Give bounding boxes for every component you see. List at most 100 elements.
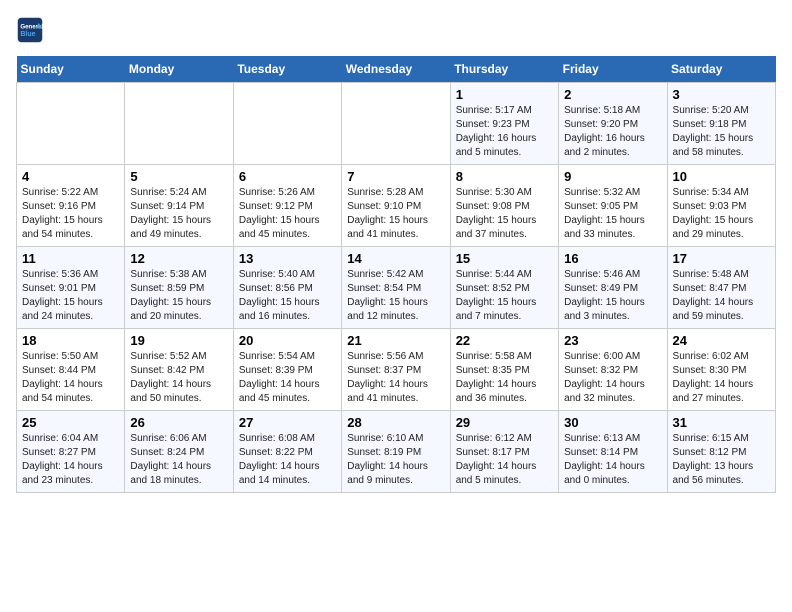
day-number: 14 — [347, 251, 444, 266]
calendar-cell — [17, 83, 125, 165]
day-number: 22 — [456, 333, 553, 348]
day-info: Sunrise: 5:18 AM Sunset: 9:20 PM Dayligh… — [564, 104, 661, 160]
calendar-cell: 14 Sunrise: 5:42 AM Sunset: 8:54 PM Dayli… — [342, 247, 450, 329]
day-number: 27 — [239, 415, 336, 430]
calendar-week-row: 25 Sunrise: 6:04 AM Sunset: 8:27 PM Dayli… — [17, 411, 776, 493]
day-number: 11 — [22, 251, 119, 266]
calendar-cell: 11 Sunrise: 5:36 AM Sunset: 9:01 PM Dayli… — [17, 247, 125, 329]
day-info: Sunrise: 6:15 AM Sunset: 8:12 PM Dayligh… — [673, 432, 770, 488]
calendar-cell: 25 Sunrise: 6:04 AM Sunset: 8:27 PM Dayli… — [17, 411, 125, 493]
calendar-week-row: 4 Sunrise: 5:22 AM Sunset: 9:16 PM Daylig… — [17, 165, 776, 247]
calendar-cell: 3 Sunrise: 5:20 AM Sunset: 9:18 PM Daylig… — [667, 83, 775, 165]
calendar-cell: 22 Sunrise: 5:58 AM Sunset: 8:35 PM Dayli… — [450, 329, 558, 411]
calendar-week-row: 1 Sunrise: 5:17 AM Sunset: 9:23 PM Daylig… — [17, 83, 776, 165]
calendar-cell — [233, 83, 341, 165]
day-number: 28 — [347, 415, 444, 430]
day-number: 1 — [456, 87, 553, 102]
day-number: 9 — [564, 169, 661, 184]
day-info: Sunrise: 5:54 AM Sunset: 8:39 PM Dayligh… — [239, 350, 336, 406]
day-number: 23 — [564, 333, 661, 348]
day-number: 24 — [673, 333, 770, 348]
day-number: 13 — [239, 251, 336, 266]
calendar-cell: 2 Sunrise: 5:18 AM Sunset: 9:20 PM Daylig… — [559, 83, 667, 165]
day-number: 2 — [564, 87, 661, 102]
day-info: Sunrise: 6:10 AM Sunset: 8:19 PM Dayligh… — [347, 432, 444, 488]
day-info: Sunrise: 5:17 AM Sunset: 9:23 PM Dayligh… — [456, 104, 553, 160]
day-info: Sunrise: 5:28 AM Sunset: 9:10 PM Dayligh… — [347, 186, 444, 242]
logo: General Blue — [16, 16, 48, 44]
day-number: 30 — [564, 415, 661, 430]
day-number: 8 — [456, 169, 553, 184]
day-number: 25 — [22, 415, 119, 430]
day-info: Sunrise: 5:36 AM Sunset: 9:01 PM Dayligh… — [22, 268, 119, 324]
calendar-cell: 7 Sunrise: 5:28 AM Sunset: 9:10 PM Daylig… — [342, 165, 450, 247]
calendar-cell: 15 Sunrise: 5:44 AM Sunset: 8:52 PM Dayli… — [450, 247, 558, 329]
header-friday: Friday — [559, 56, 667, 83]
calendar-table: SundayMondayTuesdayWednesdayThursdayFrid… — [16, 56, 776, 493]
day-number: 15 — [456, 251, 553, 266]
day-number: 6 — [239, 169, 336, 184]
header-wednesday: Wednesday — [342, 56, 450, 83]
day-info: Sunrise: 6:06 AM Sunset: 8:24 PM Dayligh… — [130, 432, 227, 488]
calendar-cell: 29 Sunrise: 6:12 AM Sunset: 8:17 PM Dayli… — [450, 411, 558, 493]
day-info: Sunrise: 5:24 AM Sunset: 9:14 PM Dayligh… — [130, 186, 227, 242]
svg-text:Blue: Blue — [20, 31, 35, 38]
calendar-cell: 4 Sunrise: 5:22 AM Sunset: 9:16 PM Daylig… — [17, 165, 125, 247]
calendar-cell: 21Sunrise: 5:56 AM Sunset: 8:37 PM Dayli… — [342, 329, 450, 411]
day-info: Sunrise: 6:13 AM Sunset: 8:14 PM Dayligh… — [564, 432, 661, 488]
day-number: 7 — [347, 169, 444, 184]
calendar-cell: 27 Sunrise: 6:08 AM Sunset: 8:22 PM Dayli… — [233, 411, 341, 493]
day-number: 20 — [239, 333, 336, 348]
day-number: 12 — [130, 251, 227, 266]
day-info: Sunrise: 5:50 AM Sunset: 8:44 PM Dayligh… — [22, 350, 119, 406]
calendar-cell — [125, 83, 233, 165]
day-info: Sunrise: 6:12 AM Sunset: 8:17 PM Dayligh… — [456, 432, 553, 488]
calendar-cell: 16Sunrise: 5:46 AM Sunset: 8:49 PM Dayli… — [559, 247, 667, 329]
day-number: 4 — [22, 169, 119, 184]
day-info: Sunrise: 5:20 AM Sunset: 9:18 PM Dayligh… — [673, 104, 770, 160]
day-info: Sunrise: 6:04 AM Sunset: 8:27 PM Dayligh… — [22, 432, 119, 488]
calendar-header-row: SundayMondayTuesdayWednesdayThursdayFrid… — [17, 56, 776, 83]
header-tuesday: Tuesday — [233, 56, 341, 83]
calendar-cell: 10Sunrise: 5:34 AM Sunset: 9:03 PM Dayli… — [667, 165, 775, 247]
calendar-cell: 6 Sunrise: 5:26 AM Sunset: 9:12 PM Daylig… — [233, 165, 341, 247]
day-number: 17 — [673, 251, 770, 266]
day-number: 29 — [456, 415, 553, 430]
day-number: 26 — [130, 415, 227, 430]
day-info: Sunrise: 5:46 AM Sunset: 8:49 PM Dayligh… — [564, 268, 661, 324]
day-info: Sunrise: 5:22 AM Sunset: 9:16 PM Dayligh… — [22, 186, 119, 242]
calendar-cell: 9 Sunrise: 5:32 AM Sunset: 9:05 PM Daylig… — [559, 165, 667, 247]
day-info: Sunrise: 6:08 AM Sunset: 8:22 PM Dayligh… — [239, 432, 336, 488]
day-info: Sunrise: 5:52 AM Sunset: 8:42 PM Dayligh… — [130, 350, 227, 406]
calendar-cell — [342, 83, 450, 165]
day-info: Sunrise: 5:58 AM Sunset: 8:35 PM Dayligh… — [456, 350, 553, 406]
calendar-cell: 5Sunrise: 5:24 AM Sunset: 9:14 PM Daylig… — [125, 165, 233, 247]
day-info: Sunrise: 5:32 AM Sunset: 9:05 PM Dayligh… — [564, 186, 661, 242]
day-number: 21 — [347, 333, 444, 348]
day-number: 3 — [673, 87, 770, 102]
day-info: Sunrise: 5:26 AM Sunset: 9:12 PM Dayligh… — [239, 186, 336, 242]
day-number: 19 — [130, 333, 227, 348]
calendar-cell: 17 Sunrise: 5:48 AM Sunset: 8:47 PM Dayli… — [667, 247, 775, 329]
calendar-cell: 1 Sunrise: 5:17 AM Sunset: 9:23 PM Daylig… — [450, 83, 558, 165]
header-saturday: Saturday — [667, 56, 775, 83]
page-header: General Blue — [16, 16, 776, 44]
day-info: Sunrise: 5:42 AM Sunset: 8:54 PM Dayligh… — [347, 268, 444, 324]
header-thursday: Thursday — [450, 56, 558, 83]
calendar-cell: 20 Sunrise: 5:54 AM Sunset: 8:39 PM Dayli… — [233, 329, 341, 411]
calendar-cell: 23 Sunrise: 6:00 AM Sunset: 8:32 PM Dayli… — [559, 329, 667, 411]
day-info: Sunrise: 5:44 AM Sunset: 8:52 PM Dayligh… — [456, 268, 553, 324]
header-sunday: Sunday — [17, 56, 125, 83]
day-info: Sunrise: 6:00 AM Sunset: 8:32 PM Dayligh… — [564, 350, 661, 406]
day-info: Sunrise: 6:02 AM Sunset: 8:30 PM Dayligh… — [673, 350, 770, 406]
calendar-cell: 13Sunrise: 5:40 AM Sunset: 8:56 PM Dayli… — [233, 247, 341, 329]
calendar-cell: 26 Sunrise: 6:06 AM Sunset: 8:24 PM Dayli… — [125, 411, 233, 493]
day-number: 31 — [673, 415, 770, 430]
day-info: Sunrise: 5:48 AM Sunset: 8:47 PM Dayligh… — [673, 268, 770, 324]
calendar-week-row: 18Sunrise: 5:50 AM Sunset: 8:44 PM Dayli… — [17, 329, 776, 411]
calendar-cell: 31 Sunrise: 6:15 AM Sunset: 8:12 PM Dayli… — [667, 411, 775, 493]
calendar-week-row: 11 Sunrise: 5:36 AM Sunset: 9:01 PM Dayli… — [17, 247, 776, 329]
calendar-cell: 30 Sunrise: 6:13 AM Sunset: 8:14 PM Dayli… — [559, 411, 667, 493]
calendar-cell: 28 Sunrise: 6:10 AM Sunset: 8:19 PM Dayli… — [342, 411, 450, 493]
calendar-cell: 19 Sunrise: 5:52 AM Sunset: 8:42 PM Dayli… — [125, 329, 233, 411]
